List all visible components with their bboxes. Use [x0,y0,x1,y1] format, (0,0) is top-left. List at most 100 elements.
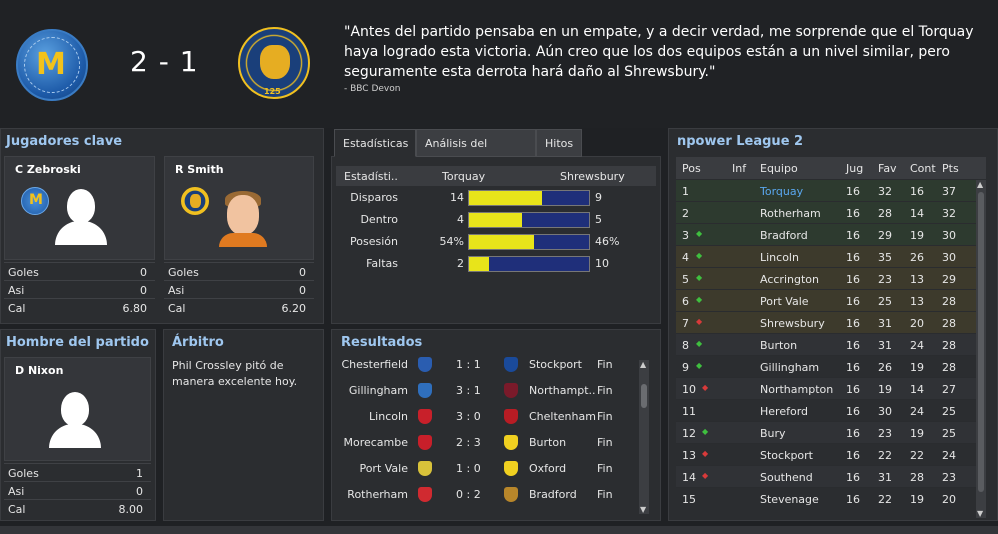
results-scrollbar[interactable]: ▲ ▼ [639,360,649,514]
result-status: Fin [597,410,613,423]
row-team[interactable]: Lincoln [760,251,799,264]
scroll-up-icon[interactable]: ▲ [640,360,646,369]
scroll-down-icon[interactable]: ▼ [640,505,646,514]
result-away-team[interactable]: Oxford [529,462,566,475]
scroll-down-icon[interactable]: ▼ [977,509,983,518]
league-table-row[interactable]: 14 ◆ Southend 16 31 28 23 [676,465,978,487]
league-table-row[interactable]: 7 ◆ Shrewsbury 16 31 20 28 [676,311,978,333]
league-table-row[interactable]: 3 ◆ Bradford 16 29 19 30 [676,223,978,245]
row-team[interactable]: Torquay [760,185,803,198]
away-team-crest-icon [504,409,518,424]
result-home-team[interactable]: Rotherham [340,488,408,501]
league-table-row[interactable]: 1 Torquay 16 32 16 37 [676,179,978,201]
scroll-up-icon[interactable]: ▲ [977,180,983,189]
row-pos: 11 [682,405,696,418]
result-home-team[interactable]: Gillingham [340,384,408,397]
torquay-united-crest-icon[interactable]: M [16,29,88,101]
tab-estadisticas[interactable]: Estadísticas [334,129,416,157]
result-row[interactable]: Gillingham 3 : 1 Northampt.. Fin [336,378,636,404]
col-pos[interactable]: Pos [682,162,701,175]
away-team-crest-icon [504,357,518,372]
row-team[interactable]: Gillingham [760,361,819,374]
result-away-team[interactable]: Bradford [529,488,577,501]
league-title[interactable]: npower League 2 [677,134,803,149]
league-table-row[interactable]: 8 ◆ Burton 16 31 24 28 [676,333,978,355]
stats-col-home[interactable]: Torquay [442,170,485,183]
referee-title: Árbitro [172,335,224,350]
stat-label: Asi [168,284,185,297]
col-jug[interactable]: Jug [846,162,863,175]
league-table-row[interactable]: 12 ◆ Bury 16 23 19 25 [676,421,978,443]
stats-col-stat[interactable]: Estadísti.. [344,170,398,183]
shrewsbury-town-crest-icon[interactable]: 125 [238,27,310,99]
player-card-smith[interactable]: R Smith [164,156,314,260]
result-score[interactable]: 3 : 1 [456,384,481,397]
player-card-zebroski[interactable]: C Zebroski M [4,156,155,260]
stat-comparison-row: Faltas 2 10 [336,253,656,275]
stats-col-away[interactable]: Shrewsbury [560,170,625,183]
result-home-team[interactable]: Port Vale [340,462,408,475]
league-table-row[interactable]: 6 ◆ Port Vale 16 25 13 28 [676,289,978,311]
league-table-row[interactable]: 9 ◆ Gillingham 16 26 19 28 [676,355,978,377]
row-team[interactable]: Rotherham [760,207,821,220]
row-team[interactable]: Bury [760,427,786,440]
col-inf[interactable]: Inf [732,162,746,175]
row-pts: 32 [942,207,956,220]
result-home-team[interactable]: Chesterfield [340,358,409,371]
scroll-thumb[interactable] [641,384,647,408]
row-pts: 23 [942,471,956,484]
row-team[interactable]: Bradford [760,229,808,242]
row-team[interactable]: Northampton [760,383,833,396]
row-team[interactable]: Hereford [760,405,808,418]
row-team[interactable]: Stockport [760,449,813,462]
league-table-row[interactable]: 15 Stevenage 16 22 19 20 [676,487,978,509]
row-team[interactable]: Stevenage [760,493,819,506]
col-pts[interactable]: Pts [942,162,959,175]
row-team[interactable]: Shrewsbury [760,317,825,330]
result-score[interactable]: 1 : 1 [456,358,481,371]
stat-comparison-bar [468,212,590,228]
result-home-team[interactable]: Lincoln [340,410,408,423]
league-table-row[interactable]: 2 Rotherham 16 28 14 32 [676,201,978,223]
player-name: D Nixon [15,364,64,377]
result-row[interactable]: Chesterfield 1 : 1 Stockport Fin [336,352,636,378]
result-score[interactable]: 3 : 0 [456,410,481,423]
trend-up-icon: ◆ [702,427,709,436]
row-team[interactable]: Southend [760,471,813,484]
league-table-row[interactable]: 11 Hereford 16 30 24 25 [676,399,978,421]
row-fav: 25 [878,295,892,308]
col-team[interactable]: Equipo [760,162,798,175]
league-scrollbar[interactable]: ▲ ▼ [976,180,986,518]
result-away-team[interactable]: Northampt.. [529,384,596,397]
result-score[interactable]: 2 : 3 [456,436,481,449]
row-pts: 28 [942,295,956,308]
league-table-row[interactable]: 4 ◆ Lincoln 16 35 26 30 [676,245,978,267]
result-away-team[interactable]: Stockport [529,358,582,371]
row-team[interactable]: Accrington [760,273,819,286]
col-fav[interactable]: Fav [878,162,897,175]
tab-hitos[interactable]: Hitos [536,129,582,157]
result-away-team[interactable]: Burton [529,436,566,449]
row-team[interactable]: Port Vale [760,295,809,308]
result-row[interactable]: Port Vale 1 : 0 Oxford Fin [336,456,636,482]
league-table-row[interactable]: 10 ◆ Northampton 16 19 14 27 [676,377,978,399]
result-away-team[interactable]: Cheltenham [529,410,596,423]
result-score[interactable]: 1 : 0 [456,462,481,475]
row-team[interactable]: Burton [760,339,797,352]
row-pts: 30 [942,229,956,242]
result-score[interactable]: 0 : 2 [456,488,481,501]
row-fav: 22 [878,493,892,506]
col-cont[interactable]: Cont [910,162,936,175]
player-card-nixon[interactable]: D Nixon [4,357,151,461]
result-home-team[interactable]: Morecambe [340,436,408,449]
league-table-row[interactable]: 13 ◆ Stockport 16 22 22 24 [676,443,978,465]
scroll-thumb[interactable] [978,192,984,492]
result-row[interactable]: Lincoln 3 : 0 Cheltenham Fin [336,404,636,430]
result-row[interactable]: Rotherham 0 : 2 Bradford Fin [336,482,636,508]
league-table-row[interactable]: 5 ◆ Accrington 16 23 13 29 [676,267,978,289]
tab-analisis[interactable]: Análisis del Partido [416,129,536,178]
row-pos: 7 [682,317,689,330]
result-row[interactable]: Morecambe 2 : 3 Burton Fin [336,430,636,456]
stat-value: 1 [136,467,143,480]
row-pos: 14 [682,471,696,484]
